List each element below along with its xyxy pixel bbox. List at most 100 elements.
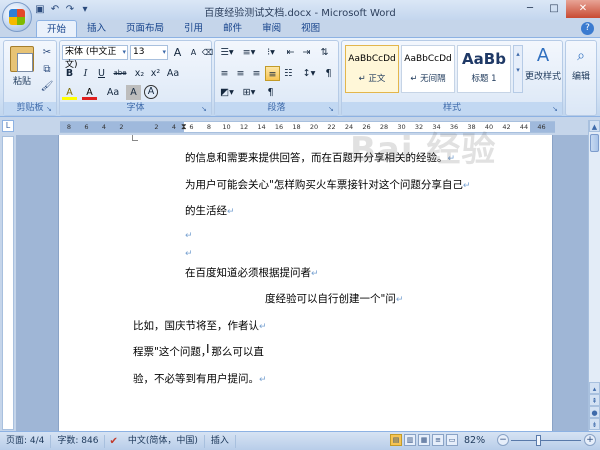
- doc-line-3: 的生活经↵: [185, 205, 235, 217]
- style-no-spacing[interactable]: AaBbCcDd ↵ 无间隔: [401, 45, 455, 93]
- office-button[interactable]: [2, 2, 32, 32]
- scroll-up-icon[interactable]: ▲: [589, 120, 600, 132]
- line-spacing-icon[interactable]: ↕▾: [299, 66, 319, 81]
- highlight-button[interactable]: A: [62, 85, 77, 100]
- minimize-button[interactable]: ─: [518, 0, 542, 18]
- copy-icon[interactable]: ⧉: [40, 63, 54, 77]
- customize-qat-icon[interactable]: ▾: [79, 4, 91, 16]
- web-layout-icon[interactable]: ▦: [418, 434, 430, 446]
- status-bar: 页面: 4/4 字数: 846 ✔ 中文(简体，中国) 插入: [0, 431, 600, 450]
- change-case-button[interactable]: Aa: [164, 66, 182, 81]
- vertical-ruler[interactable]: [2, 136, 14, 430]
- font-name-dropdown[interactable]: 宋体 (中文正文) ▾: [62, 45, 128, 70]
- doc-line-8: 比如，国庆节将至，作者认↵: [133, 320, 267, 332]
- save-icon[interactable]: ▣: [34, 4, 46, 16]
- tab-review[interactable]: 审阅: [252, 20, 291, 37]
- styles-launcher-icon[interactable]: ↘: [552, 105, 560, 113]
- full-screen-reading-icon[interactable]: ▥: [404, 434, 416, 446]
- superscript-button[interactable]: x²: [148, 66, 163, 81]
- decrease-indent-icon[interactable]: ⇤: [283, 45, 298, 60]
- ruler-tick: 46: [537, 123, 546, 131]
- multilevel-list-icon[interactable]: ⁝▾: [261, 45, 281, 60]
- shading-icon[interactable]: ◩▾: [217, 85, 237, 100]
- proofing-icon[interactable]: ✔: [105, 436, 121, 447]
- increase-indent-icon[interactable]: ⇥: [299, 45, 314, 60]
- align-center-icon[interactable]: ≡: [233, 66, 248, 81]
- justify-icon[interactable]: ≡: [265, 66, 280, 81]
- vertical-scrollbar[interactable]: ▲ ▴ ⇞ ● ⇟: [588, 120, 600, 431]
- shrink-font-icon[interactable]: A: [186, 45, 201, 60]
- language-indicator[interactable]: 中文(简体，中国): [122, 434, 205, 448]
- zoom-level[interactable]: 82%: [464, 435, 485, 446]
- underline-button[interactable]: U: [94, 66, 109, 81]
- borders-icon[interactable]: ⊞▾: [239, 85, 259, 100]
- help-icon[interactable]: ?: [581, 22, 594, 35]
- cut-icon[interactable]: ✂: [40, 46, 54, 60]
- editing-button[interactable]: ⌕ 编辑: [567, 45, 595, 82]
- bullets-icon[interactable]: ☰▾: [217, 45, 237, 60]
- maximize-button[interactable]: □: [542, 0, 566, 18]
- clear-formatting-icon[interactable]: ⌫: [200, 45, 215, 60]
- align-left-icon[interactable]: ≡: [217, 66, 232, 81]
- paragraph-group-label: 段落: [215, 102, 338, 115]
- scroll-thumb[interactable]: [590, 134, 599, 152]
- close-button[interactable]: ✕: [566, 0, 600, 18]
- align-right-icon[interactable]: ≡: [249, 66, 264, 81]
- zoom-slider-thumb[interactable]: [536, 435, 541, 446]
- undo-icon[interactable]: ↶: [49, 4, 61, 16]
- zoom-out-icon[interactable]: −: [497, 434, 509, 446]
- draft-view-icon[interactable]: ▭: [446, 434, 458, 446]
- italic-button[interactable]: I: [78, 66, 93, 81]
- sort-icon[interactable]: ⇅: [317, 45, 332, 60]
- ruler-tick: 38: [467, 123, 476, 131]
- zoom-slider[interactable]: [511, 440, 581, 441]
- prev-page-icon[interactable]: ⇞: [589, 394, 600, 406]
- browse-object-icon[interactable]: ●: [589, 406, 600, 418]
- zoom-in-icon[interactable]: +: [584, 434, 596, 446]
- tab-page-layout[interactable]: 页面布局: [116, 20, 174, 37]
- font-size-dropdown[interactable]: 13 ▾: [130, 45, 168, 60]
- clipboard-launcher-icon[interactable]: ↘: [46, 105, 54, 113]
- font-color-button[interactable]: A: [82, 85, 97, 100]
- tab-home[interactable]: 开始: [36, 20, 78, 37]
- change-styles-button[interactable]: A 更改样式: [525, 45, 561, 82]
- style-normal[interactable]: AaBbCcDd ↵ 正文: [345, 45, 399, 93]
- paste-button[interactable]: 粘贴: [7, 44, 37, 100]
- subscript-button[interactable]: x₂: [132, 66, 147, 81]
- tab-mailings[interactable]: 邮件: [213, 20, 252, 37]
- format-painter-icon[interactable]: 🖌: [40, 80, 54, 94]
- paragraph-launcher-icon[interactable]: ↘: [328, 105, 336, 113]
- ruler-tick: 42: [502, 123, 511, 131]
- title-bar: ▣ ↶ ↷ ▾ 百度经验测试文档.docx - Microsoft Word ─…: [0, 0, 600, 32]
- font-launcher-icon[interactable]: ↘: [201, 105, 209, 113]
- grow-font-icon[interactable]: A: [170, 45, 185, 60]
- document-page[interactable]: 的信息和需要来提供回答，而在百题开分享相关的经验。↵ 为用户可能会关心"怎样购买…: [58, 135, 553, 431]
- next-page-icon[interactable]: ⇟: [589, 418, 600, 430]
- ruler-toggle-icon[interactable]: ▴: [589, 382, 600, 394]
- tab-insert[interactable]: 插入: [77, 20, 116, 37]
- word-count[interactable]: 字数: 846: [51, 434, 106, 448]
- enclose-char-button[interactable]: A: [144, 85, 158, 99]
- strikethrough-button[interactable]: abe: [110, 66, 130, 81]
- print-layout-view-icon[interactable]: ▤: [390, 434, 402, 446]
- char-shading-button[interactable]: Aa: [104, 85, 122, 100]
- tab-selector[interactable]: L: [2, 120, 14, 132]
- horizontal-ruler[interactable]: ⧗ 8 6 4 2 2 4 6 8 10 12 14 16 18 20 22 24 26 28 30 32 34 36 38…: [60, 121, 555, 133]
- char-border-button[interactable]: A: [126, 85, 141, 100]
- clipboard-group: 粘贴 ✂ ⧉ 🖌 剪贴板 ↘: [3, 40, 57, 116]
- styles-scroll[interactable]: ▴ ▾: [513, 45, 523, 93]
- ruler-tick: 44: [519, 123, 529, 131]
- style-no-spacing-sample: AaBbCcDd: [404, 54, 452, 64]
- numbering-icon[interactable]: ≡▾: [239, 45, 259, 60]
- style-heading-1[interactable]: AaBb 标题 1: [457, 45, 511, 93]
- outline-view-icon[interactable]: ≡: [432, 434, 444, 446]
- tab-references[interactable]: 引用: [174, 20, 213, 37]
- show-marks-icon[interactable]: ¶: [321, 66, 336, 81]
- insert-mode[interactable]: 插入: [205, 434, 236, 448]
- chinese-layout-icon[interactable]: ¶: [263, 85, 278, 100]
- page-count[interactable]: 页面: 4/4: [0, 434, 52, 448]
- redo-icon[interactable]: ↷: [64, 4, 76, 16]
- distributed-icon[interactable]: ☷: [281, 66, 296, 81]
- bold-button[interactable]: B: [62, 66, 77, 81]
- tab-view[interactable]: 视图: [291, 20, 330, 37]
